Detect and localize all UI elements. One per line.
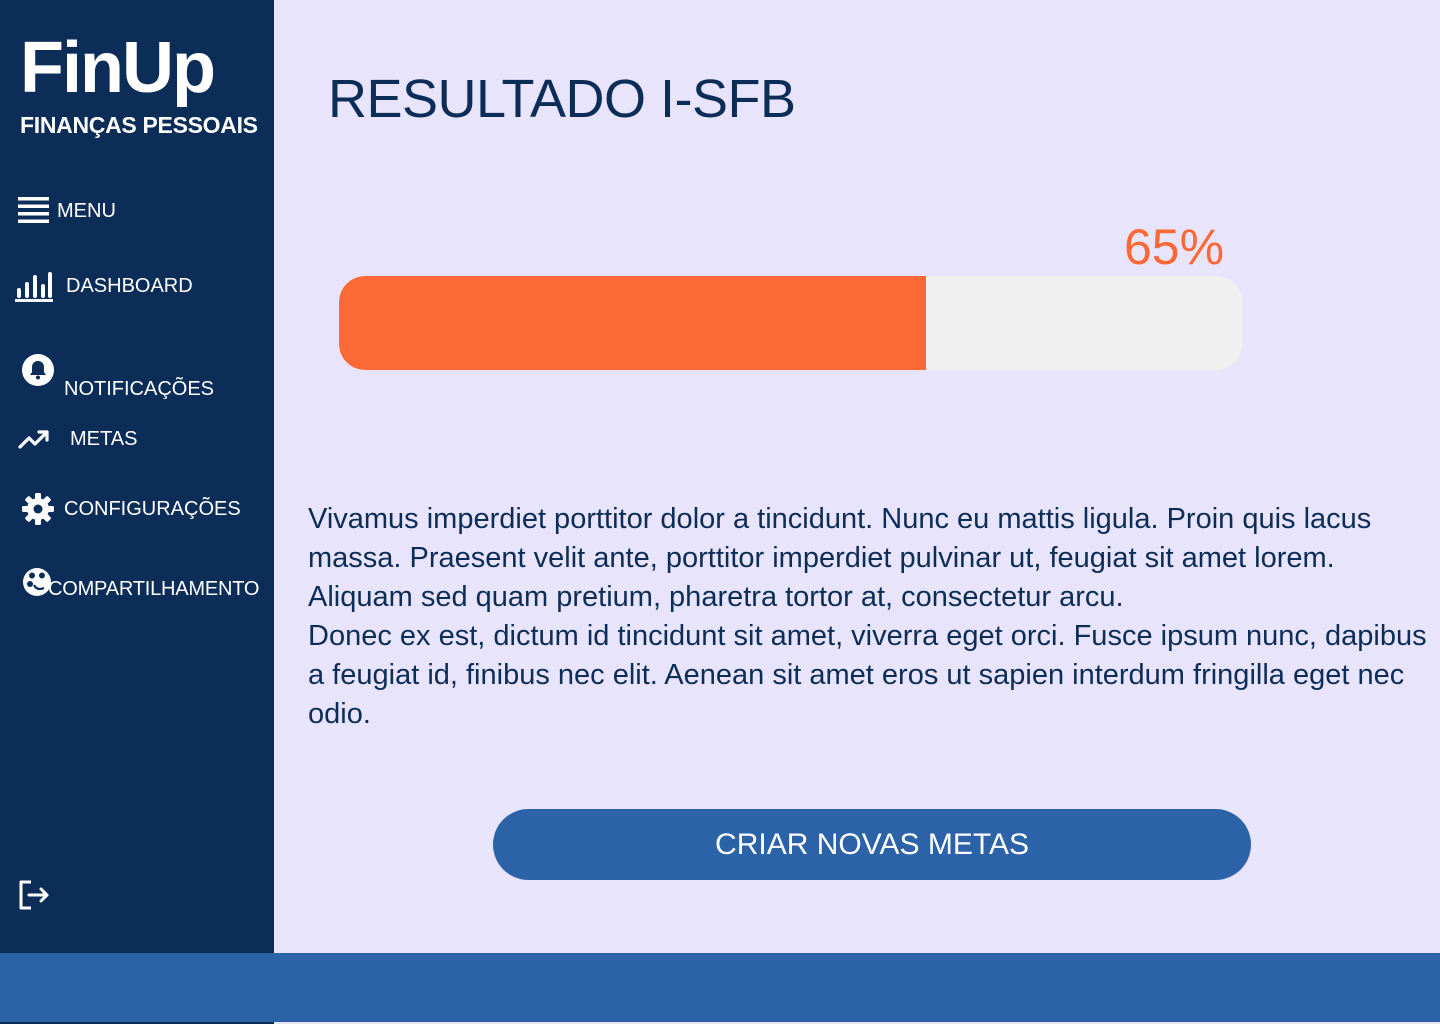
trending-up-icon [18, 425, 50, 453]
main-content: RESULTADO I-SFB 65% Vivamus imperdiet po… [274, 0, 1440, 953]
sidebar-item-label: METAS [70, 427, 138, 450]
description-paragraph: Donec ex est, dictum id tincidunt sit am… [308, 620, 1427, 730]
sidebar-item-notificacoes[interactable]: NOTIFICAÇÕES [22, 354, 214, 401]
bell-icon [22, 354, 54, 386]
progress-bar-fill [339, 276, 926, 370]
brand-subtitle: FINANÇAS PESSOAIS [20, 112, 258, 138]
footer-bar [0, 953, 1440, 1022]
description-text: Vivamus imperdiet porttitor dolor a tinc… [308, 500, 1433, 734]
logout-icon [17, 880, 51, 916]
brand-name: FinUp [20, 28, 216, 108]
progress-bar [339, 276, 1242, 370]
sidebar-item-configuracoes[interactable]: CONFIGURAÇÕES [21, 492, 241, 526]
progress-percent-label: 65% [1124, 219, 1225, 275]
sidebar-item-menu[interactable]: MENU [18, 194, 116, 228]
bar-chart-icon [15, 270, 53, 302]
sidebar-item-label: DASHBOARD [66, 274, 193, 297]
gear-icon [21, 492, 55, 526]
page-title: RESULTADO I-SFB [328, 69, 796, 129]
menu-icon [18, 194, 49, 228]
description-paragraph: Vivamus imperdiet porttitor dolor a tinc… [308, 503, 1372, 613]
brand-logo: FinUp FINANÇAS PESSOAIS [20, 30, 258, 139]
logout-button[interactable] [17, 878, 51, 917]
sidebar-item-label: COMPARTILHAMENTO [48, 578, 260, 600]
sidebar-item-label: NOTIFICAÇÕES [64, 378, 215, 400]
sidebar-item-metas[interactable]: METAS [18, 425, 137, 453]
sidebar-item-label: MENU [57, 199, 116, 222]
sidebar-item-compartilhamento[interactable]: COMPARTILHAMENTO [22, 566, 259, 601]
sidebar-item-label: CONFIGURAÇÕES [64, 497, 241, 520]
sidebar: FinUp FINANÇAS PESSOAIS MENU DASHBOARD N… [0, 0, 274, 1024]
create-goals-button[interactable]: CRIAR NOVAS METAS [493, 809, 1251, 880]
sidebar-item-dashboard[interactable]: DASHBOARD [15, 270, 193, 302]
